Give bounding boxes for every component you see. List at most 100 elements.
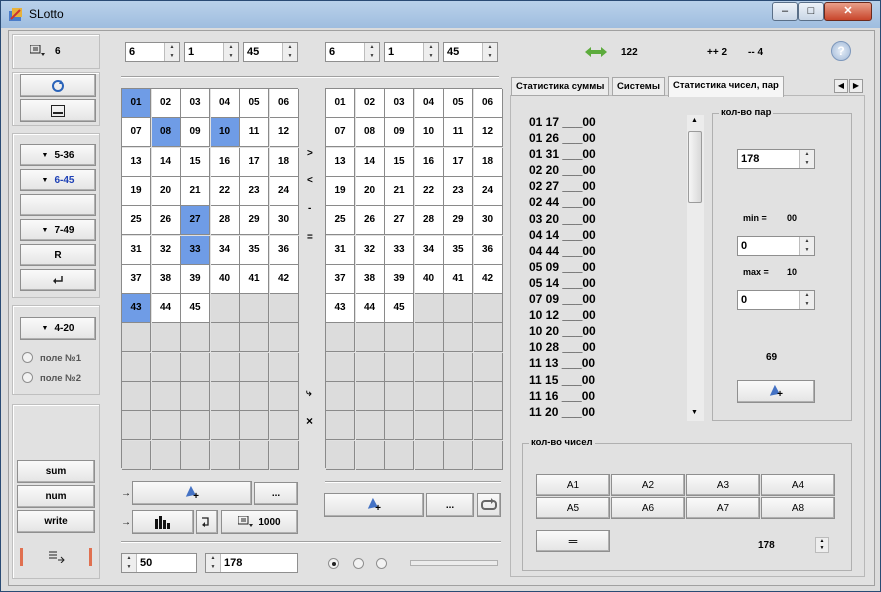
number-cell[interactable]: 07: [122, 118, 151, 148]
number-cell[interactable]: 26: [151, 206, 181, 236]
spin-arrows-icon[interactable]: ▲ ▼: [223, 43, 238, 61]
minus-symbol[interactable]: -: [308, 203, 311, 214]
empty-cell[interactable]: [355, 411, 385, 441]
number-cell[interactable]: 12: [269, 118, 299, 148]
empty-cell[interactable]: [326, 440, 355, 470]
mode-radio-1[interactable]: [328, 558, 339, 569]
spin-arrows-icon[interactable]: ▲ ▼: [282, 43, 297, 61]
number-cell[interactable]: 03: [181, 89, 210, 118]
number-cell[interactable]: 05: [444, 89, 473, 118]
empty-cell[interactable]: [151, 382, 181, 411]
right-to-spin[interactable]: 45 ▲ ▼: [443, 42, 498, 62]
less-symbol[interactable]: <: [307, 175, 313, 186]
number-cell[interactable]: 28: [210, 206, 240, 236]
scroll-up-icon[interactable]: ▲: [691, 117, 698, 124]
number-cell[interactable]: 39: [385, 264, 414, 294]
empty-cell[interactable]: [210, 323, 240, 353]
empty-cell[interactable]: [122, 352, 151, 382]
swap-list-icon[interactable]: [49, 551, 65, 563]
number-cell[interactable]: 07: [326, 118, 355, 148]
number-cell[interactable]: 40: [210, 264, 240, 294]
pairs-run-button[interactable]: +: [737, 380, 815, 403]
bottom-178-spin[interactable]: ▲ ▼ 178: [205, 553, 298, 573]
number-cell[interactable]: 24: [473, 176, 503, 206]
number-cell[interactable]: 16: [210, 147, 240, 177]
left-from-spin[interactable]: 1 ▲ ▼: [184, 42, 239, 62]
number-cell[interactable]: 32: [355, 235, 385, 265]
number-cell[interactable]: 38: [355, 264, 385, 294]
number-cell[interactable]: 01: [326, 89, 355, 118]
a-button[interactable]: A6: [611, 497, 685, 519]
tab-sum-stats[interactable]: Статистика суммы: [511, 77, 610, 96]
number-cell[interactable]: 19: [326, 176, 355, 206]
number-cell[interactable]: 05: [240, 89, 269, 118]
empty-cell[interactable]: [269, 411, 299, 441]
number-cell[interactable]: 08: [151, 118, 181, 148]
empty-cell[interactable]: [122, 323, 151, 353]
number-cell[interactable]: 14: [355, 147, 385, 177]
empty-cell[interactable]: [414, 440, 444, 470]
random-button[interactable]: R: [20, 244, 96, 266]
number-cell[interactable]: 39: [181, 264, 210, 294]
spin-arrows-icon[interactable]: ▲ ▼: [799, 150, 814, 168]
empty-cell[interactable]: [122, 440, 151, 470]
pairs-count-spin[interactable]: 178 ▲ ▼: [737, 149, 815, 169]
number-cell[interactable]: 32: [151, 235, 181, 265]
empty-cell[interactable]: [240, 352, 269, 382]
empty-cell[interactable]: [355, 382, 385, 411]
number-cell[interactable]: 17: [444, 147, 473, 177]
number-cell[interactable]: 22: [414, 176, 444, 206]
game-6-45-button[interactable]: ▼ 6-45: [20, 169, 96, 191]
close-button[interactable]: ✕: [824, 2, 872, 21]
number-cell[interactable]: 30: [473, 206, 503, 236]
number-cell[interactable]: 29: [240, 206, 269, 236]
empty-cell[interactable]: [269, 382, 299, 411]
equal-button[interactable]: ═: [536, 530, 610, 552]
pairs-scrollbar[interactable]: ▲ ▼: [687, 115, 704, 421]
number-cell[interactable]: 35: [240, 235, 269, 265]
left-count-spin[interactable]: 6 ▲ ▼: [125, 42, 180, 62]
run-button[interactable]: +: [132, 481, 252, 505]
number-cell[interactable]: 06: [473, 89, 503, 118]
a-button[interactable]: A7: [686, 497, 760, 519]
number-cell[interactable]: 34: [414, 235, 444, 265]
empty-cell[interactable]: [269, 352, 299, 382]
number-cell[interactable]: 01: [122, 89, 151, 118]
number-cell[interactable]: 09: [181, 118, 210, 148]
empty-cell[interactable]: [444, 411, 473, 441]
empty-cell[interactable]: [473, 382, 503, 411]
empty-cell[interactable]: [414, 294, 444, 324]
empty-cell[interactable]: [444, 440, 473, 470]
write-button[interactable]: write: [17, 510, 95, 533]
empty-cell[interactable]: [269, 440, 299, 470]
empty-cell[interactable]: [414, 382, 444, 411]
a-button[interactable]: A3: [686, 474, 760, 496]
min-spin[interactable]: 0 ▲ ▼: [737, 236, 815, 256]
number-cell[interactable]: 20: [355, 176, 385, 206]
number-cell[interactable]: 13: [122, 147, 151, 177]
number-cell[interactable]: 44: [151, 294, 181, 324]
window-button[interactable]: [20, 99, 96, 122]
chart-button[interactable]: [132, 510, 194, 534]
number-cell[interactable]: 15: [385, 147, 414, 177]
number-cell[interactable]: 36: [473, 235, 503, 265]
game-empty-button[interactable]: [20, 194, 96, 216]
empty-cell[interactable]: [326, 382, 355, 411]
empty-cell[interactable]: [210, 382, 240, 411]
num-button[interactable]: num: [17, 485, 95, 508]
bottom-50-spin[interactable]: ▲ ▼ 50: [121, 553, 197, 573]
more-right-button[interactable]: ...: [426, 493, 474, 517]
return-button[interactable]: [196, 510, 218, 534]
number-cell[interactable]: 33: [181, 235, 210, 265]
spin-arrows-icon[interactable]: ▲ ▼: [164, 43, 179, 61]
a-button[interactable]: A2: [611, 474, 685, 496]
number-cell[interactable]: 21: [385, 176, 414, 206]
number-cell[interactable]: 08: [355, 118, 385, 148]
number-cell[interactable]: 19: [122, 176, 151, 206]
number-cell[interactable]: 29: [444, 206, 473, 236]
copy-arrow-icon[interactable]: ⤷: [306, 388, 312, 399]
number-cell[interactable]: 30: [269, 206, 299, 236]
empty-cell[interactable]: [122, 411, 151, 441]
cycle-button[interactable]: [477, 493, 501, 517]
right-count-spin[interactable]: 6 ▲ ▼: [325, 42, 380, 62]
